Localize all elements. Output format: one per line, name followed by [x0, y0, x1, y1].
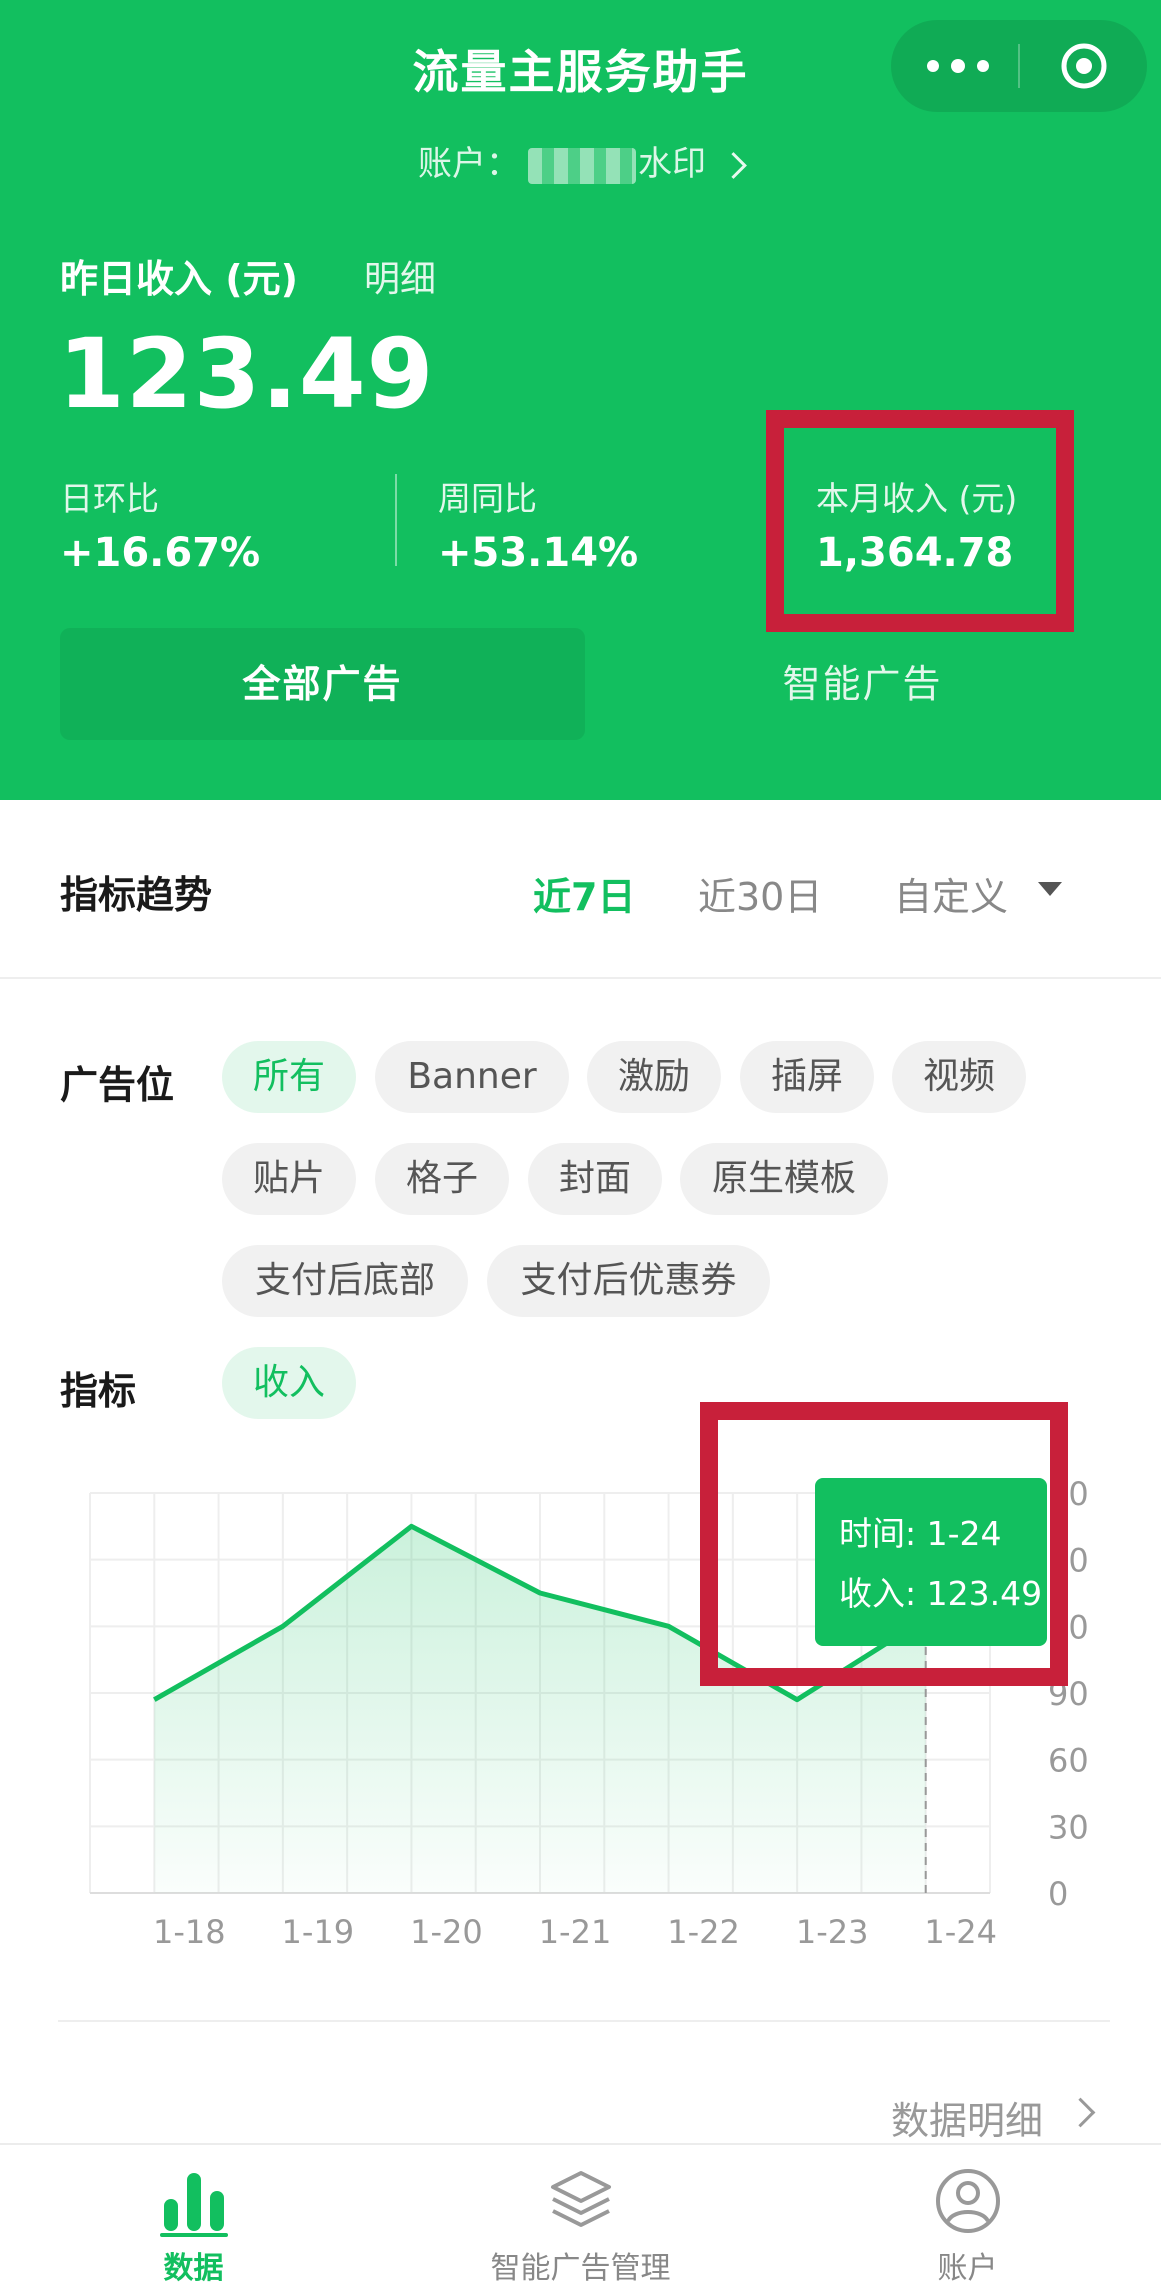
tab-bar: 数据 智能广告管理 账户 — [0, 2143, 1161, 2291]
tab-smart-ad-management[interactable]: 智能广告管理 — [387, 2145, 774, 2291]
chip-slot-banner[interactable]: Banner — [375, 1041, 569, 1113]
account-name-mask — [528, 147, 636, 184]
tab-smart-ad-label: 智能广告管理 — [490, 2251, 671, 2286]
data-point — [666, 1623, 672, 1629]
stat-divider — [395, 474, 397, 566]
chip-metric-income[interactable]: 收入 — [222, 1347, 356, 1419]
chip-slot-native-template[interactable]: 原生模板 — [680, 1143, 888, 1215]
tab-account-label: 账户 — [937, 2251, 998, 2286]
wow-value: +53.14% — [438, 530, 639, 576]
data-point — [537, 1590, 543, 1596]
tab-data[interactable]: 数据 — [0, 2145, 387, 2291]
capsule-divider — [1018, 44, 1020, 88]
user-circle-icon — [935, 2169, 1000, 2233]
range-7-days[interactable]: 近7日 — [533, 866, 635, 921]
highlight-box-month-income — [766, 410, 1074, 632]
chip-slot-cover[interactable]: 封面 — [528, 1143, 662, 1215]
chip-slot-all[interactable]: 所有 — [222, 1041, 356, 1113]
chip-slot-patch[interactable]: 贴片 — [222, 1143, 356, 1215]
data-point — [151, 1697, 157, 1703]
chip-slot-interstitial[interactable]: 插屏 — [740, 1041, 874, 1113]
tab-smart-ads[interactable]: 智能广告 — [640, 628, 1085, 740]
dod-value: +16.67% — [60, 530, 261, 576]
yesterday-income-value: 123.49 — [58, 318, 435, 430]
data-point — [408, 1523, 414, 1529]
chip-slot-grid[interactable]: 格子 — [375, 1143, 509, 1215]
bar-chart-icon — [159, 2173, 228, 2237]
chip-slot-after-payment-bottom[interactable]: 支付后底部 — [222, 1245, 468, 1317]
layers-icon — [550, 2171, 611, 2227]
account-selector[interactable]: 账户： 水印 — [0, 136, 1161, 185]
target-circle-icon[interactable] — [1059, 41, 1109, 91]
data-detail-link[interactable]: 数据明细 — [891, 2090, 1043, 2145]
range-custom[interactable]: 自定义 — [894, 866, 1008, 921]
x-tick-label: 1-24 — [924, 1913, 997, 1951]
x-tick-label: 1-21 — [539, 1913, 612, 1951]
account-label: 账户： — [418, 144, 520, 184]
y-tick-label: 0 — [1048, 1875, 1068, 1913]
x-tick-label: 1-19 — [282, 1913, 355, 1951]
range-30-days[interactable]: 近30日 — [698, 866, 822, 921]
highlight-box-tooltip — [700, 1402, 1068, 1686]
caret-down-icon[interactable] — [1038, 882, 1062, 896]
header-panel: 流量主服务助手 账户： 水印 昨日收入 (元) 明细 123.49 日环比 +16… — [0, 0, 1161, 800]
more-dots-icon[interactable] — [927, 50, 1011, 82]
chip-slot-reward[interactable]: 激励 — [587, 1041, 721, 1113]
wow-label: 周同比 — [438, 479, 537, 518]
x-tick-label: 1-22 — [667, 1913, 740, 1951]
x-tick-label: 1-20 — [410, 1913, 483, 1951]
tab-data-label: 数据 — [163, 2251, 224, 2286]
chevron-right-icon[interactable] — [1065, 2097, 1096, 2128]
tab-all-ads[interactable]: 全部广告 — [60, 628, 585, 740]
y-tick-label: 30 — [1048, 1808, 1089, 1846]
tab-account[interactable]: 账户 — [774, 2145, 1161, 2291]
detail-link[interactable]: 明细 — [364, 250, 436, 302]
mini-program-capsule — [891, 20, 1147, 112]
yesterday-income-label: 昨日收入 (元) — [60, 257, 298, 301]
divider — [58, 2020, 1110, 2022]
x-tick-label: 1-18 — [153, 1913, 226, 1951]
ad-slot-label: 广告位 — [60, 1063, 175, 1107]
dod-label: 日环比 — [60, 479, 159, 518]
account-name: 水印 — [638, 144, 706, 184]
data-point — [280, 1623, 286, 1629]
data-point — [794, 1697, 800, 1703]
x-tick-label: 1-23 — [796, 1913, 869, 1951]
chip-slot-video[interactable]: 视频 — [892, 1041, 1026, 1113]
y-tick-label: 60 — [1048, 1742, 1089, 1780]
chip-slot-after-payment-coupon[interactable]: 支付后优惠券 — [487, 1245, 770, 1317]
divider — [0, 977, 1161, 979]
trend-title: 指标趋势 — [60, 873, 213, 917]
metric-label: 指标 — [60, 1369, 137, 1413]
chevron-right-icon — [720, 152, 747, 179]
